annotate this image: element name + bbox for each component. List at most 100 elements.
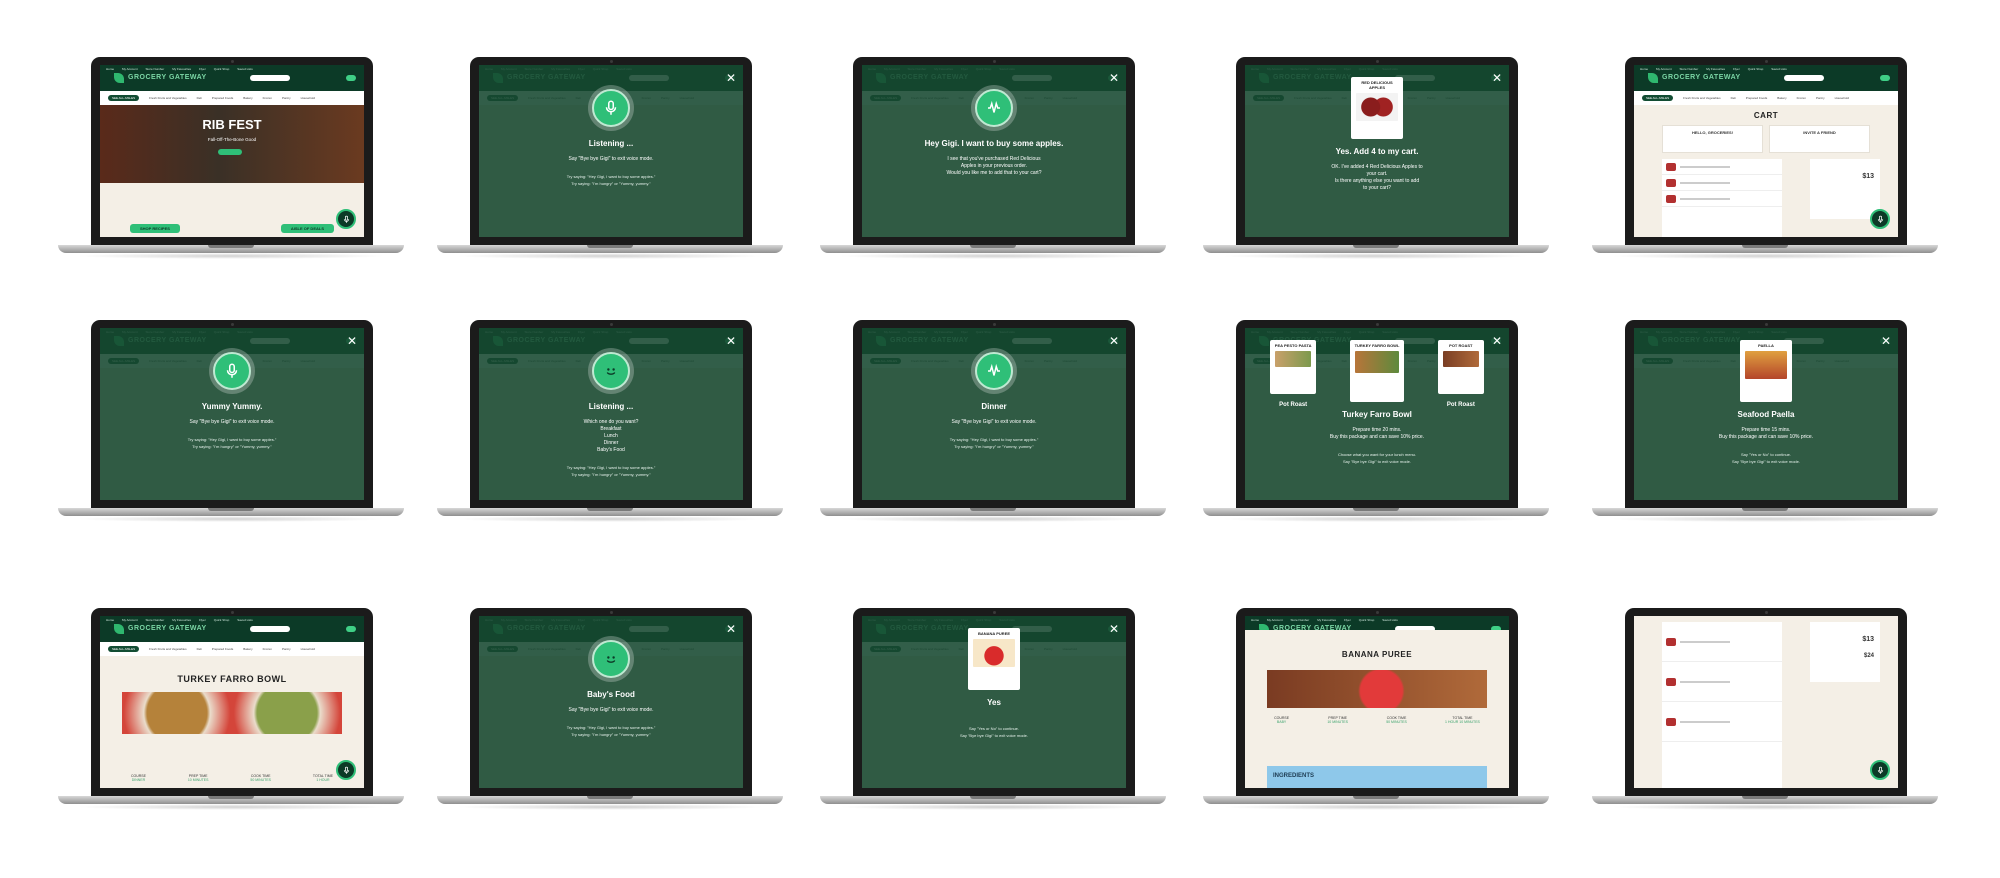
topbar-home-link[interactable]: Home (106, 618, 114, 622)
aisle-nav-item[interactable]: Household (301, 96, 315, 100)
aisle-nav-item[interactable]: Pantry (282, 647, 291, 651)
topbar-link[interactable]: Saved Lists (237, 67, 253, 71)
topbar-link[interactable]: Quick Shop (214, 67, 230, 71)
topbar-link[interactable]: Store Number (1291, 618, 1310, 622)
topbar-home-link[interactable]: Home (106, 67, 114, 71)
topbar-link[interactable]: Flyer (1344, 618, 1351, 622)
aisle-nav-item[interactable]: Deli (197, 647, 202, 651)
topbar-home-link[interactable]: Home (1640, 67, 1648, 71)
aisle-of-deals-button[interactable]: AISLE OF DEALS (280, 224, 334, 233)
topbar-link[interactable]: Quick Shop (1748, 67, 1764, 71)
cart-line-item[interactable] (1662, 175, 1782, 191)
aisle-nav-item[interactable]: Prepared Foods (212, 96, 234, 100)
aisle-nav-item[interactable]: Pantry (282, 96, 291, 100)
aisle-nav-item[interactable]: Deli (197, 96, 202, 100)
aisle-nav-item[interactable]: Frozen (263, 647, 272, 651)
topbar-link[interactable]: My Account (122, 67, 138, 71)
aisle-nav-item[interactable]: Deli (1731, 96, 1736, 100)
see-all-aisles-button[interactable]: SEE ALL AISLES (108, 646, 140, 652)
product-name-line (1680, 680, 1730, 683)
close-icon[interactable]: ✕ (347, 335, 357, 347)
cart-line-item[interactable] (1662, 191, 1782, 207)
recipe-choice[interactable]: TURKEY FARRO BOWL Turkey Farro Bowl (1342, 340, 1412, 427)
topbar-link[interactable]: Flyer (199, 67, 206, 71)
brand-logo[interactable]: GROCERY GATEWAY (128, 74, 207, 81)
close-icon[interactable]: ✕ (726, 335, 736, 347)
aisle-nav-item[interactable]: Prepared Foods (1746, 96, 1768, 100)
search-input[interactable] (250, 75, 290, 81)
recipe-card[interactable]: PEA PESTO PASTA (1270, 340, 1317, 394)
close-icon[interactable]: ✕ (1492, 72, 1502, 84)
aisle-nav-item[interactable]: Fresh Fruits and Vegetables (149, 647, 187, 651)
recipe-choice[interactable]: PEA PESTO PASTA Pot Roast (1270, 340, 1317, 416)
close-icon[interactable]: ✕ (1492, 335, 1502, 347)
close-icon[interactable]: ✕ (1109, 335, 1119, 347)
topbar-link[interactable]: Quick Shop (214, 618, 230, 622)
aisle-nav-item[interactable]: Prepared Foods (212, 647, 234, 651)
aisle-nav-item[interactable]: Bakery (1777, 96, 1786, 100)
aisle-nav-item[interactable]: Household (301, 647, 315, 651)
aisle-nav-item[interactable]: Frozen (1797, 96, 1806, 100)
brand-logo[interactable]: GROCERY GATEWAY (128, 625, 207, 632)
aisle-nav-item[interactable]: Fresh Fruits and Vegetables (1683, 96, 1721, 100)
topbar-link[interactable]: Flyer (1733, 67, 1740, 71)
shop-now-button[interactable] (218, 149, 242, 155)
aisle-nav-item[interactable]: Frozen (263, 96, 272, 100)
cart-button[interactable] (1880, 75, 1890, 81)
close-icon[interactable]: ✕ (726, 72, 736, 84)
cart-line-item[interactable] (1662, 702, 1782, 742)
topbar-link[interactable]: My Favourites (172, 67, 191, 71)
voice-assistant-button[interactable] (1870, 209, 1890, 229)
see-all-aisles-button[interactable]: SEE ALL AISLES (1642, 95, 1674, 101)
aisle-nav-item[interactable]: Pantry (1816, 96, 1825, 100)
close-icon[interactable]: ✕ (1881, 335, 1891, 347)
topbar-link[interactable]: Store Number (146, 618, 165, 622)
search-input[interactable] (250, 626, 290, 632)
topbar-link[interactable]: My Account (1267, 618, 1283, 622)
topbar-home-link[interactable]: Home (1251, 618, 1259, 622)
ingredients-header[interactable]: INGREDIENTS (1267, 766, 1487, 788)
topbar-link[interactable]: My Favourites (1706, 67, 1725, 71)
see-all-aisles-button[interactable]: SEE ALL AISLES (108, 95, 140, 101)
aisle-nav-item[interactable]: Fresh Fruits and Vegetables (149, 96, 187, 100)
aisle-nav-item[interactable]: Bakery (243, 647, 252, 651)
shop-recipes-button[interactable]: SHOP RECIPES (130, 224, 180, 233)
aisle-nav-item[interactable]: Bakery (243, 96, 252, 100)
voice-assistant-button[interactable] (336, 760, 356, 780)
product-card[interactable]: RED DELICIOUS APPLES (1351, 77, 1403, 139)
topbar-link[interactable]: My Account (122, 618, 138, 622)
cart-line-item[interactable] (1662, 622, 1782, 662)
topbar-link[interactable]: My Favourites (172, 618, 191, 622)
close-icon[interactable]: ✕ (726, 623, 736, 635)
product-card[interactable]: BANANA PUREE (968, 628, 1020, 690)
topbar-link[interactable]: Store Number (1680, 67, 1699, 71)
search-input[interactable] (1784, 75, 1824, 81)
topbar-link[interactable]: Store Number (146, 67, 165, 71)
voice-assistant-button[interactable] (1870, 760, 1890, 780)
promo-card[interactable]: INVITE A FRIEND (1769, 125, 1870, 153)
brand-logo[interactable]: GROCERY GATEWAY (1662, 74, 1741, 81)
product-card[interactable]: PAELLA (1740, 340, 1792, 402)
topbar-link[interactable]: My Favourites (1317, 618, 1336, 622)
aisle-nav-item[interactable]: Household (1835, 96, 1849, 100)
cart-line-item[interactable] (1662, 662, 1782, 702)
topbar-link[interactable]: Saved Lists (1771, 67, 1787, 71)
cart-line-item[interactable] (1662, 159, 1782, 175)
topbar-link[interactable]: Saved Lists (1382, 618, 1398, 622)
hero-banner[interactable]: RIB FEST Fall-Off-The-Bone Good (100, 105, 364, 183)
topbar-link[interactable]: Quick Shop (1359, 618, 1375, 622)
topbar-link[interactable]: Saved Lists (237, 618, 253, 622)
cart-button[interactable] (346, 75, 356, 81)
recipe-card[interactable]: TURKEY FARRO BOWL (1350, 340, 1404, 402)
close-icon[interactable]: ✕ (1109, 623, 1119, 635)
hint-line: Say "Bye bye Gigi" to exit voice mode. (1732, 459, 1800, 464)
recipe-card[interactable]: POT ROAST (1437, 340, 1484, 394)
voice-assistant-button[interactable] (336, 209, 356, 229)
close-icon[interactable]: ✕ (1109, 72, 1119, 84)
recipe-choice[interactable]: POT ROAST Pot Roast (1437, 340, 1484, 416)
topbar-link[interactable]: Flyer (199, 618, 206, 622)
cart-button[interactable] (346, 626, 356, 632)
promo-card[interactable]: HELLO, GROCERIES! (1662, 125, 1763, 153)
hero-subtitle: Fall-Off-The-Bone Good (207, 137, 257, 142)
topbar-link[interactable]: My Account (1656, 67, 1672, 71)
